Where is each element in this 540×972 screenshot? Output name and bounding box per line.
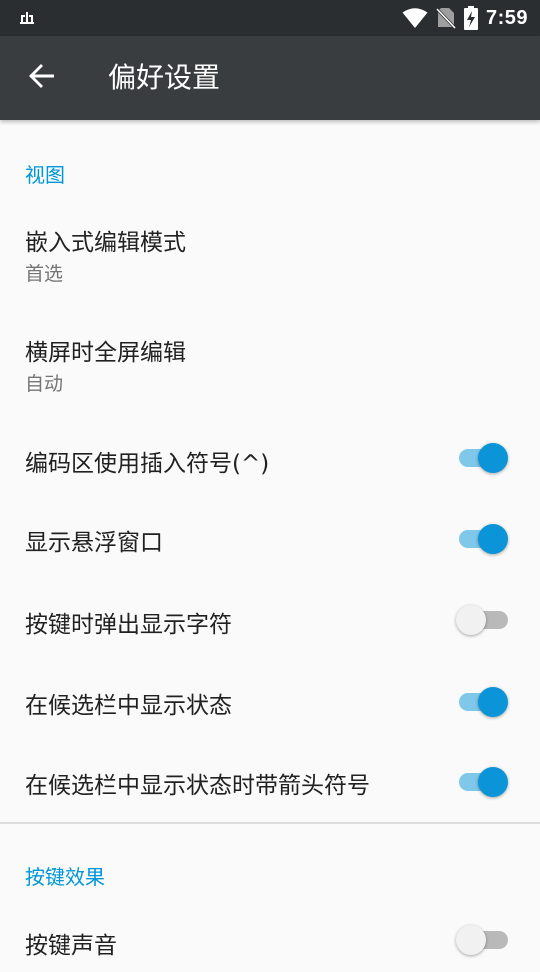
pref-summary: 首选 (25, 263, 64, 285)
section-header-key-effect: 按键效果 (25, 865, 105, 889)
pref-candidate-arrow[interactable]: 在候选栏中显示状态时带箭头符号 (0, 742, 540, 822)
pref-title: 按键时弹出显示字符 (25, 612, 232, 638)
pref-embedded-edit-mode[interactable]: 嵌入式编辑模式 首选 (0, 200, 540, 310)
pref-key-popup[interactable]: 按键时弹出显示字符 (0, 580, 540, 662)
floating-window-toggle[interactable] (458, 521, 510, 557)
candidate-status-toggle[interactable] (458, 684, 510, 720)
switch-thumb (478, 687, 508, 717)
pref-title: 编码区使用插入符号(^) (25, 451, 270, 477)
app-bar: 偏好设置 (0, 36, 540, 120)
pref-insert-caret[interactable]: 编码区使用插入符号(^) (0, 420, 540, 498)
pref-title: 在候选栏中显示状态时带箭头符号 (25, 773, 370, 799)
back-button[interactable] (20, 58, 64, 98)
section-header-view: 视图 (25, 163, 65, 187)
switch-thumb (478, 524, 508, 554)
pref-title: 嵌入式编辑模式 (25, 230, 186, 256)
pref-floating-window[interactable]: 显示悬浮窗口 (0, 498, 540, 580)
switch-thumb (456, 925, 486, 955)
pref-title: 按键声音 (25, 933, 117, 959)
switch-thumb (478, 767, 508, 797)
switch-thumb (478, 443, 508, 473)
wifi-icon (402, 7, 428, 29)
status-time: 7:59 (485, 6, 528, 29)
pref-landscape-fullscreen[interactable]: 横屏时全屏编辑 自动 (0, 310, 540, 420)
key-sound-toggle[interactable] (456, 922, 510, 958)
pref-summary: 自动 (25, 373, 64, 395)
status-bar: 7:59 (0, 0, 540, 36)
key-popup-toggle[interactable] (456, 602, 510, 638)
switch-thumb (456, 605, 486, 635)
pref-title: 显示悬浮窗口 (25, 530, 163, 556)
battery-charging-icon (463, 6, 478, 30)
no-sim-icon (435, 7, 456, 29)
pref-title: 在候选栏中显示状态 (25, 693, 232, 719)
usb-icon (18, 6, 36, 28)
page-title: 偏好设置 (108, 61, 221, 94)
section-divider (0, 822, 540, 824)
candidate-arrow-toggle[interactable] (458, 764, 510, 800)
insert-caret-toggle[interactable] (458, 440, 510, 476)
arrow-back-icon (28, 62, 56, 94)
pref-candidate-status[interactable]: 在候选栏中显示状态 (0, 662, 540, 742)
pref-key-sound[interactable]: 按键声音 (0, 902, 540, 972)
pref-title: 横屏时全屏编辑 (25, 340, 186, 366)
